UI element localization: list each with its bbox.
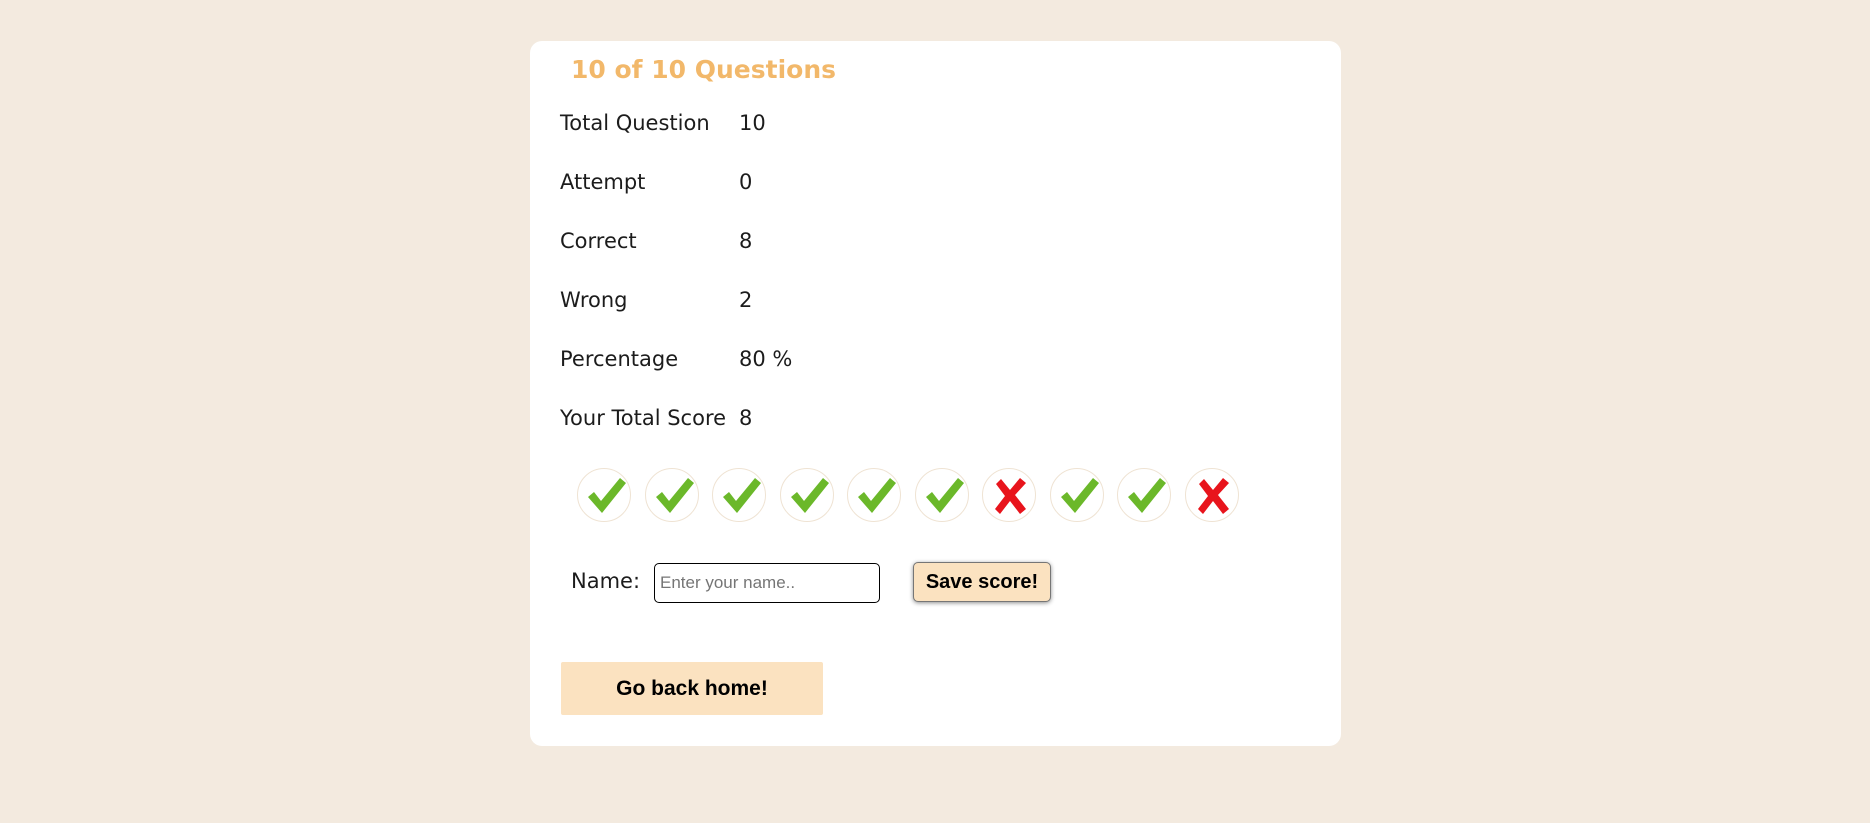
result-card: 10 of 10 Questions Total Question 10 Att… [530,41,1341,746]
stat-label: Total Question [560,111,710,135]
stat-value: 8 [739,229,753,253]
stat-value: 8 [739,406,753,430]
go-back-home-button[interactable]: Go back home! [561,662,823,715]
result-correct [915,468,969,522]
stat-label: Percentage [560,347,679,371]
question-progress-title: 10 of 10 Questions [571,55,837,84]
stat-value: 2 [739,288,753,312]
stat-value: 0 [739,170,753,194]
result-correct [577,468,631,522]
result-correct [712,468,766,522]
result-wrong [982,468,1036,522]
stat-label: Correct [560,229,637,253]
result-correct [645,468,699,522]
name-label: Name: [571,569,641,593]
stat-value: 10 [739,111,766,135]
stat-label: Wrong [560,288,628,312]
stat-value: 80 % [739,347,793,371]
stat-label: Your Total Score [560,406,727,430]
stat-label: Attempt [560,170,646,194]
result-correct [780,468,834,522]
result-wrong [1185,468,1239,522]
result-correct [1050,468,1104,522]
name-input[interactable] [654,563,880,603]
result-correct [847,468,901,522]
save-score-button[interactable]: Save score! [913,562,1051,602]
result-correct [1117,468,1171,522]
